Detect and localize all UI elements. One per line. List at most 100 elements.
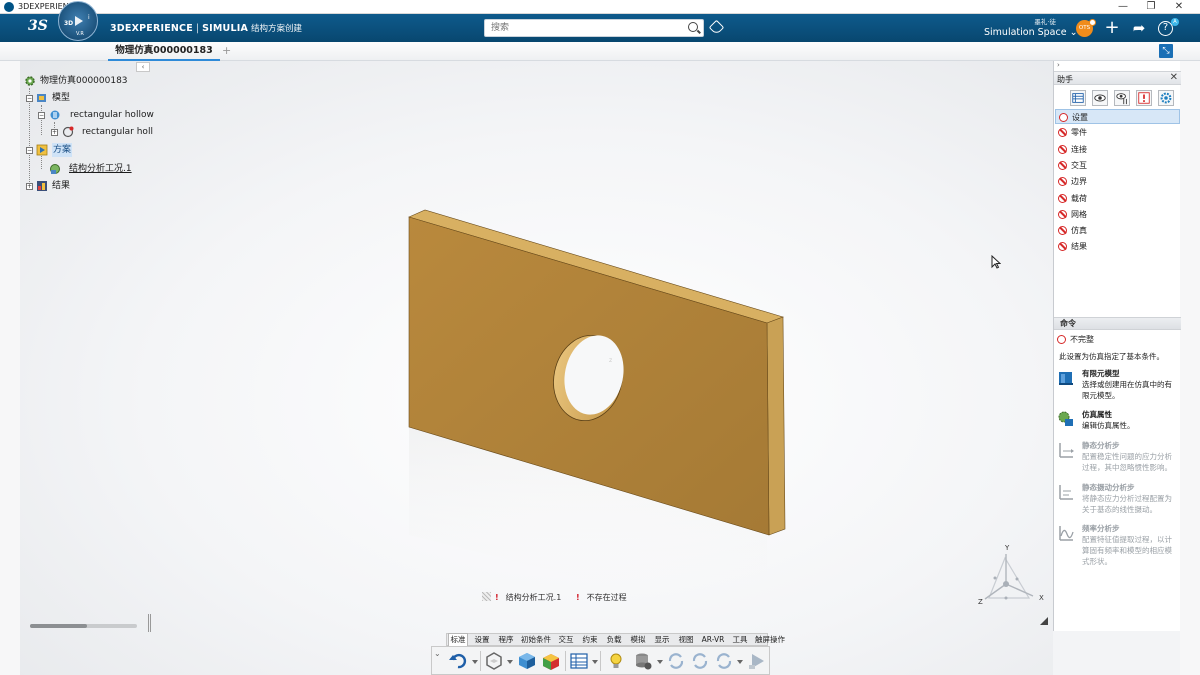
table-caret-icon[interactable]	[592, 660, 598, 664]
command-tab-6[interactable]: 负载	[604, 634, 624, 646]
search-input[interactable]	[485, 20, 675, 36]
compass-vr-label: V.R	[76, 31, 84, 37]
undo-caret-icon[interactable]	[472, 660, 478, 664]
product-caret-icon[interactable]	[507, 660, 513, 664]
assistant-step-4[interactable]: 边界	[1055, 174, 1180, 189]
mesh-part-icon[interactable]	[517, 651, 537, 671]
assistant-step-3[interactable]: 交互	[1055, 158, 1180, 173]
tree-label-scheme: 方案	[52, 143, 73, 157]
command-tab-9[interactable]: 视图	[676, 634, 696, 646]
app-logo-icon	[4, 2, 14, 12]
document-tab-bar: 物理仿真000000183 +	[0, 42, 1200, 61]
sync-caret-icon[interactable]	[737, 660, 743, 664]
command-tab-0[interactable]: 标准	[448, 633, 468, 646]
user-area[interactable]: 墨礼·徒 Simulation Space ⌄	[984, 16, 1078, 38]
contour-plot-icon[interactable]	[541, 651, 561, 671]
viewport-corner-handle[interactable]	[1040, 617, 1048, 625]
command-description: 编辑仿真属性。	[1082, 421, 1135, 430]
compass-widget[interactable]: 3D i V.R	[58, 1, 98, 41]
assistant-step-7[interactable]: 仿真	[1055, 223, 1180, 238]
command-title: 频率分析步	[1082, 524, 1120, 533]
specification-tree: 物理仿真000000183 − 模型 − rectangular hollow …	[24, 74, 154, 196]
assistant-step-2[interactable]: 连接	[1055, 142, 1180, 157]
tree-scrollbar-thumb[interactable]	[30, 624, 87, 628]
triad-graphic[interactable]	[975, 544, 1047, 610]
sync-icon[interactable]	[714, 651, 734, 671]
tree-line	[41, 156, 42, 169]
product-structure-icon[interactable]	[484, 651, 504, 671]
assistant-step-0[interactable]: 设置	[1055, 109, 1180, 124]
assistant-expand-toggle[interactable]: ›	[1054, 61, 1181, 71]
not-available-icon	[1058, 160, 1067, 170]
tree-scrollbar[interactable]	[30, 624, 137, 628]
assistant-step-label: 设置	[1072, 113, 1088, 122]
expand-toggle-scheme[interactable]: −	[26, 147, 33, 154]
brand-main: 3DEXPERIENCE	[110, 23, 193, 34]
orientation-triad[interactable]: Y X Z	[975, 544, 1047, 610]
minimize-button[interactable]: —	[1109, 0, 1137, 14]
restore-button[interactable]: ❐	[1137, 0, 1165, 14]
command-tab-12[interactable]: 触屏操作	[754, 634, 786, 646]
command-tab-5[interactable]: 约束	[580, 634, 600, 646]
expand-toggle-part1[interactable]: −	[38, 112, 45, 119]
command-description: 配置稳定性问题的应力分析过程，其中忽略惯性影响。	[1082, 452, 1172, 472]
assistant-step-8[interactable]: 结果	[1055, 239, 1180, 254]
error-check-icon[interactable]	[1136, 90, 1152, 106]
toolbar-separator	[565, 651, 566, 671]
tab-simulation[interactable]: 物理仿真000000183	[108, 42, 220, 61]
tree-label-part2: rectangular holl	[82, 127, 153, 137]
search-icon[interactable]	[688, 22, 698, 32]
expand-toggle-model[interactable]: −	[26, 95, 33, 102]
expand-toggle-part2[interactable]: +	[51, 129, 58, 136]
command-tab-8[interactable]: 显示	[652, 634, 672, 646]
close-window-button[interactable]: ✕	[1165, 0, 1193, 14]
command-tab-2[interactable]: 程序	[496, 634, 516, 646]
search-box[interactable]	[484, 19, 704, 37]
list-view-icon[interactable]	[1070, 90, 1086, 106]
assistant-panel: › 助手 ✕ 设置 零件 连接 交互 边界 载荷 网格 仿真 结果 命令 不完整 此设置为仿真指…	[1053, 61, 1181, 631]
expand-toggle-results[interactable]: +	[26, 183, 33, 190]
share-icon[interactable]: ➦	[1130, 19, 1148, 37]
command-tab-1[interactable]: 设置	[472, 634, 492, 646]
status-process: ! 不存在过程	[576, 591, 627, 605]
command-item-0[interactable]: 有限元模型 选择或创建用在仿真中的有限元模型。	[1057, 368, 1179, 404]
user-name: 墨礼·徒	[1034, 18, 1056, 26]
collab-space-selector[interactable]: Simulation Space ⌄	[984, 27, 1078, 38]
lightbulb-icon[interactable]	[606, 651, 626, 671]
command-tab-11[interactable]: 工具	[730, 634, 750, 646]
command-tab-3[interactable]: 初始条件	[520, 634, 552, 646]
add-tab-button[interactable]: +	[222, 44, 231, 57]
add-icon[interactable]: +	[1103, 19, 1121, 37]
command-tab-4[interactable]: 交互	[556, 634, 576, 646]
tag-icon[interactable]	[708, 19, 725, 36]
command-tab-7[interactable]: 模拟	[628, 634, 648, 646]
assistant-step-1[interactable]: 零件	[1055, 125, 1180, 140]
incomplete-icon	[1059, 113, 1068, 122]
eye-filter-icon[interactable]	[1114, 90, 1130, 106]
left-strip	[0, 61, 20, 675]
plate-model[interactable]: z	[395, 205, 795, 625]
assistant-close-button[interactable]: ✕	[1170, 72, 1178, 83]
undo-icon[interactable]	[448, 651, 468, 671]
chevron-down-icon[interactable]: ⌄	[434, 649, 441, 658]
tree-splitter-handle[interactable]	[148, 614, 151, 632]
eye-icon[interactable]	[1092, 90, 1108, 106]
assistant-header: 助手 ✕	[1054, 71, 1181, 85]
dassault-logo-icon[interactable]: 3S	[28, 18, 50, 38]
tree-collapse-button[interactable]: ‹	[136, 62, 150, 72]
assistant-step-5[interactable]: 载荷	[1055, 191, 1180, 206]
update-icon[interactable]	[666, 651, 686, 671]
refresh-icon[interactable]	[690, 651, 710, 671]
assistant-step-6[interactable]: 网格	[1055, 207, 1180, 222]
brand-app: SIMULIA	[202, 23, 249, 34]
settings-gear-icon[interactable]	[1158, 90, 1174, 106]
compass-play-icon[interactable]	[75, 16, 83, 26]
not-available-icon	[1058, 144, 1067, 154]
command-tab-10[interactable]: AR-VR	[700, 634, 726, 646]
database-caret-icon[interactable]	[657, 660, 663, 664]
fit-all-icon[interactable]: ⤡	[1159, 44, 1173, 58]
simulate-play-icon[interactable]	[747, 651, 767, 671]
database-gear-icon[interactable]	[633, 651, 653, 671]
table-icon[interactable]	[569, 651, 589, 671]
assistant-step-label: 连接	[1071, 144, 1087, 154]
